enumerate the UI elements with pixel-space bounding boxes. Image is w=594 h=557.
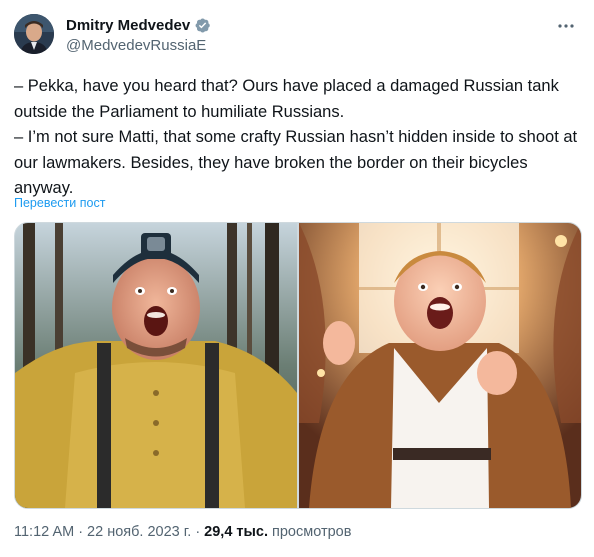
tweet-time[interactable]: 11:12 AM — [14, 524, 74, 540]
photo-man-in-brown-jacket[interactable] — [299, 223, 581, 508]
photo-man-in-helmet[interactable] — [15, 223, 297, 508]
views-count[interactable]: 29,4 тыс. — [204, 524, 268, 540]
author-display-name[interactable]: Dmitry Medvedev — [66, 17, 190, 34]
tweet-meta: 11:12 AM · 22 нояб. 2023 г. · 29,4 тыс. … — [14, 524, 351, 540]
avatar[interactable] — [14, 14, 54, 54]
media-grid — [14, 222, 582, 509]
meta-separator: · — [78, 524, 84, 540]
translate-post-link[interactable]: Перевести пост — [14, 196, 105, 210]
views-label: просмотров — [272, 524, 352, 540]
author-handle[interactable]: @MedvedevRussiaE — [66, 37, 206, 54]
verified-badge-icon — [194, 17, 211, 34]
meta-separator: · — [195, 524, 201, 540]
more-options-icon[interactable] — [556, 16, 576, 36]
tweet-text: – Pekka, have you heard that? Ours have … — [14, 77, 578, 197]
tweet-date[interactable]: 22 нояб. 2023 г. — [87, 524, 191, 540]
tweet-header: Dmitry Medvedev @MedvedevRussiaE — [14, 14, 580, 58]
